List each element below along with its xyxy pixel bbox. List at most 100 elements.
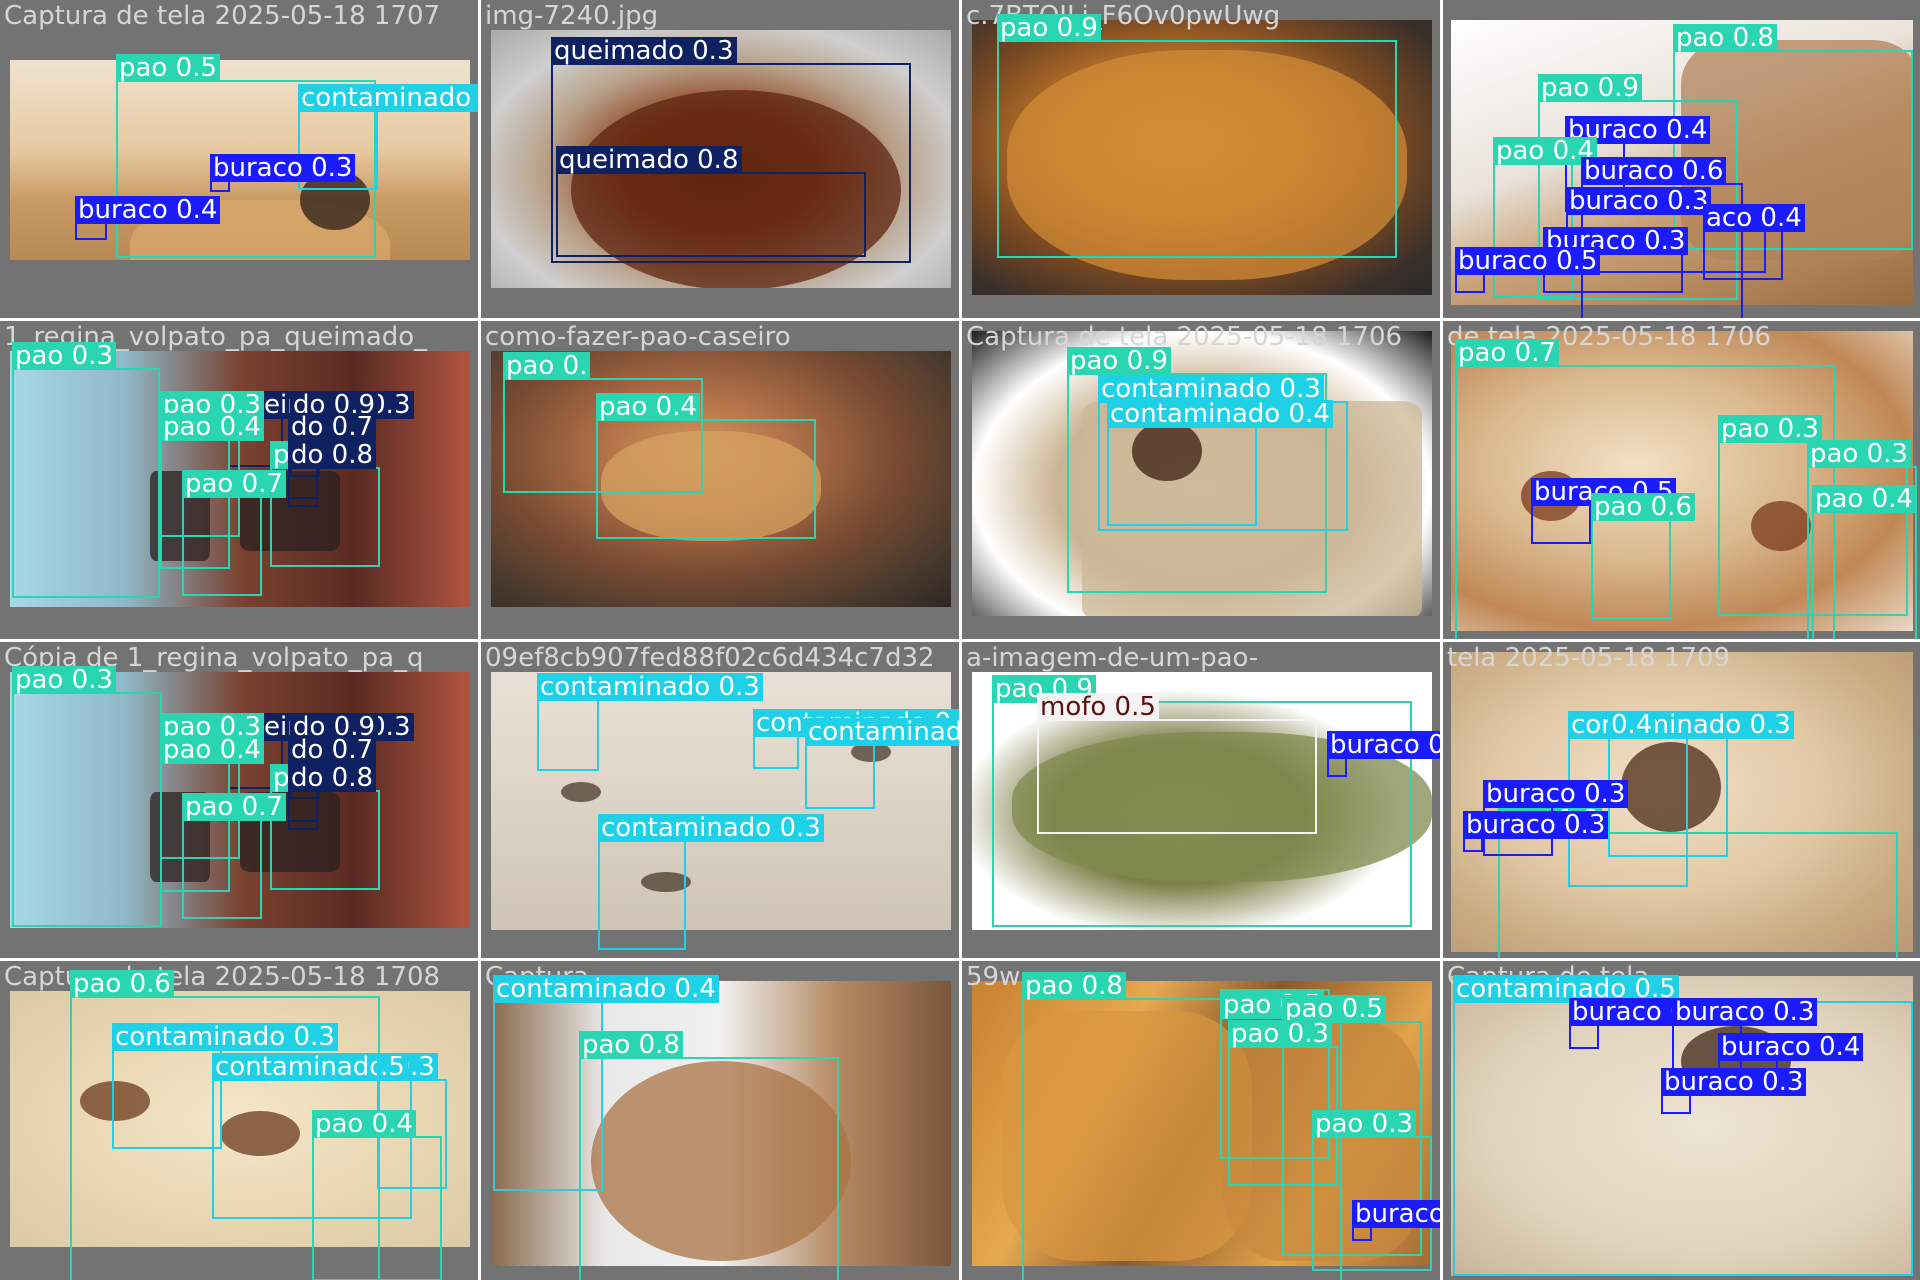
detection-label: pao 0.9 [1067,347,1171,375]
detection-label: pao 0.3 [1312,1110,1416,1138]
detection-tile: 1_regina_volpato_pa_queimado_pao 0.3quei… [0,321,478,639]
detection-tile: Captura de tela 2025-05-18 1706 pao 0.9 co… [962,321,1440,639]
detection-tile: tela 2025-05-18 1709pao 0.8contaminado 0… [1443,642,1920,958]
detection-label: pao 0.5 [116,54,220,82]
image-filename: Captura de tela 2025-05-18 1706 [966,322,1403,352]
bounding-box-buraco: buraco 0.5 [1455,247,1601,293]
detection-label: pao 0.4 [160,413,264,441]
detection-tile: Captura de telacontaminado 0.5buraco 0.3… [1443,961,1920,1280]
detection-label: pao 0.7 [182,793,286,821]
bounding-box-buraco: buraco 0.3 [1569,998,1715,1049]
detection-label: pao 0.3 [1228,1020,1332,1048]
detection-label: .5 [377,1053,408,1081]
bounding-box-pao: pao 0.4 [312,1110,442,1280]
detection-label: contaminado 0.4 [493,975,719,1003]
detection-label: pao 0.3 [12,342,116,370]
detection-tile: c.7BTQJLj_F6Ov0pwUwg pao 0.9 [962,0,1440,318]
detection-label: pao 0.9 [1538,74,1642,102]
detection-label: 0.4 [1608,711,1656,739]
bounding-box-buraco: buraco 0.3 [1463,811,1609,852]
detection-label: pao 0.7 [182,470,286,498]
bounding-box-buraco: aco 0.4 [1703,204,1805,280]
detection-label: pao 0.8 [1673,24,1777,52]
bounding-box-pao: pao 0.8 [579,1031,839,1280]
detection-grid: Captura de tela 2025-05-18 1707 pao 0.5 co… [0,0,1920,1280]
bounding-box-contaminado: contaminado 0.3 [112,1023,338,1149]
detection-tile: Captura de tela 2025-05-18 1708 pao 0.6 co… [0,961,478,1280]
detection-label: contaminado 0.3 [112,1023,338,1051]
bounding-box-contaminado: contaminado 0.5 [805,718,959,809]
bounding-box-buraco: buraco 0.3 [1327,731,1440,777]
detection-label: pao 0.4 [312,1110,416,1138]
bounding-box-buraco: buraco 0.3 [1352,1200,1440,1241]
detection-label: aco 0.4 [1703,204,1805,232]
detection-label: pao 0.7 [1455,339,1559,367]
detection-label: pao 0. [503,352,591,380]
detection-tile: img-7240.jpg queimado 0.3 queimado 0.8 [481,0,959,318]
detection-label: contaminado 0.3 [598,814,824,842]
detection-label: buraco 0.6 [1581,157,1727,185]
detection-label: buraco 0.3 [210,154,356,182]
image-filename: Captura de tela 2025-05-18 1707 [4,1,441,31]
bounding-box-contaminado: contaminado 0.3 [537,673,763,771]
detection-label: contaminado 0.3 [298,84,478,112]
bounding-box-queimado: queimado 0.8 [556,146,866,257]
detection-label: buraco 0.4 [75,196,221,224]
detection-label: contaminado 0.5 [805,718,959,746]
detection-label: buraco 0.3 [1483,780,1629,808]
bounding-box-buraco: buraco 0.5 [1531,478,1677,544]
detection-label: queimado 0.3 [551,37,737,65]
detection-tile: Cópia de 1_regina_volpato_pa_qpao 0.3que… [0,642,478,958]
detection-label: contaminado 0.3 [1568,711,1794,739]
image-filename: tela 2025-05-18 1709 [1447,643,1731,673]
detection-label: contaminado 0.3 [537,673,763,701]
image-filename: 09ef8cb907fed88f02c6d434c7d32 [485,643,935,673]
bounding-box-pao: pao 0.3 [12,666,162,927]
detection-label: pao 0.4 [1812,485,1916,513]
detection-label: pao 0.3 [1807,440,1911,468]
detection-label: buraco 0.3 [1327,731,1440,759]
detection-label: buraco 0.3 [1672,998,1818,1026]
bounding-box-pao: pao 0.7 [182,793,286,919]
image-filename: a-imagem-de-um-pao- [966,643,1259,673]
detection-tile: a-imagem-de-um-pao-pao 0.9 mofo 0.5 buraco… [962,642,1440,958]
detection-label: buraco 0.3 [1661,1068,1807,1096]
detection-label: do 0.7 [288,413,377,441]
detection-label: buraco 0.4 [1718,1033,1864,1061]
bounding-box-contaminado: contaminado 0.4 [753,709,959,769]
bounding-box-pao: pao 0.4 [596,393,816,539]
detection-tile: como-fazer-pao-caseiro pao 0. pao 0.4 [481,321,959,639]
photo-detail [561,782,601,802]
bounding-box-buraco: buraco 0.3 [210,154,356,192]
bounding-box-buraco: buraco 0.4 [75,196,221,240]
detection-label: do 0.7 [288,736,377,764]
detection-label: pao 0.9 [997,14,1101,42]
detection-tile: pao 0.8 pao 0.9 buraco 0.4 pao 0.4 buraco 0.… [1443,0,1920,318]
bounding-box-pao: pao 0.3 [12,342,160,598]
image-filename: 59w [966,962,1021,992]
bounding-box-queimado: do 0.8 [288,764,377,830]
detection-label: buraco 0.5 [1455,247,1601,275]
bounding-box-pao: pao 0.4 [1812,485,1917,639]
bounding-box-contaminado: contaminado 0.3 [598,814,824,950]
bounding-box-queimado: do 0.8 [288,441,377,507]
image-filename: como-fazer-pao-caseiro [485,322,791,352]
detection-label: pao 0.4 [160,736,264,764]
bounding-box-pao: pao 0.9 [997,14,1397,258]
detection-label: pao 0.6 [70,970,174,998]
detection-label: pao 0.6 [1591,493,1695,521]
image-filename: img-7240.jpg [485,1,659,31]
bounding-box-pao: pao 0.6 [270,441,380,567]
detection-tile: 09ef8cb907fed88f02c6d434c7d32 contaminado… [481,642,959,958]
detection-label: buraco 0.3 [1463,811,1609,839]
detection-label: buraco 0.3 [1566,187,1712,215]
detection-label: contaminado 0.4 [1107,400,1333,428]
detection-label: pao 0.4 [596,393,700,421]
detection-label: pao 0.3 [1718,415,1822,443]
bounding-box-contaminado: contaminado 0.4 [1107,400,1333,526]
detection-tile: 59w pao 0.8 pao 0.5 pao 0.5 pao 0.3 pao 0.3 bu… [962,961,1440,1280]
detection-tile: de tela 2025-05-18 1706 pao 0.7 pao 0.3 pao… [1443,321,1920,639]
bounding-box-pao: pao 0.6 [270,764,380,890]
bounding-box-pao: pao 0.6 [1591,493,1695,619]
detection-label: pao 0.8 [1022,972,1126,1000]
